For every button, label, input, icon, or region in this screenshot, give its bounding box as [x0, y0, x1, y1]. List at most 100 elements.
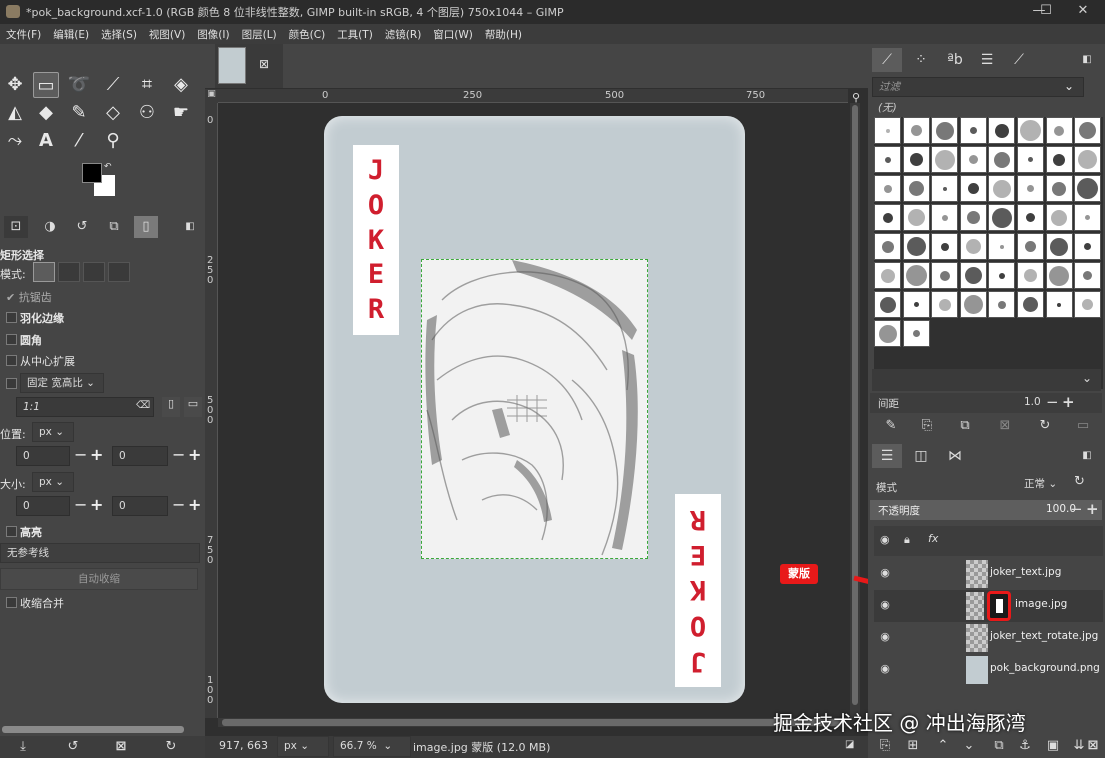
size-h-decrease[interactable]: −: [172, 496, 185, 514]
brush-cell[interactable]: [1045, 204, 1073, 231]
antialias-checkbox[interactable]: ✔ 抗锯齿: [6, 289, 52, 305]
color-picker-tool-icon[interactable]: ⁄: [66, 128, 92, 154]
brush-cell[interactable]: [959, 233, 987, 260]
highlight-checkbox[interactable]: [6, 526, 17, 537]
brush-cell[interactable]: [1045, 291, 1073, 318]
ratio-field[interactable]: 1:1: [16, 397, 154, 417]
eraser-tool-icon[interactable]: ◇: [100, 100, 126, 126]
fixed-ratio-select[interactable]: 固定 宽高比 ⌄: [20, 373, 104, 393]
clear-ratio-icon[interactable]: ⌫: [136, 400, 150, 411]
layer-mask-thumbnail[interactable]: [987, 591, 1011, 621]
zoom-tool-icon[interactable]: ⚲: [100, 128, 126, 154]
brush-cell[interactable]: [902, 262, 930, 289]
horizontal-scrollbar[interactable]: [218, 718, 850, 727]
configure-layers-tab-icon[interactable]: ◧: [1072, 444, 1102, 468]
undo-history-tab-icon[interactable]: ↺: [70, 216, 94, 238]
menu-file[interactable]: 文件(F): [0, 27, 47, 42]
brush-cell[interactable]: [959, 291, 987, 318]
horizontal-scroll-thumb[interactable]: [222, 719, 842, 726]
vertical-scrollbar[interactable]: [850, 103, 860, 718]
rect-select-tool-icon[interactable]: ▭: [33, 72, 59, 98]
brush-cell[interactable]: [874, 262, 901, 289]
mode-replace-button[interactable]: [33, 262, 55, 282]
warp-tool-icon[interactable]: ◭: [2, 100, 28, 126]
brush-cell[interactable]: [988, 175, 1016, 202]
brush-cell[interactable]: [874, 291, 901, 318]
configure-tab-icon[interactable]: ◧: [1072, 48, 1102, 72]
landscape-icon[interactable]: ▭: [184, 397, 202, 417]
guides-select[interactable]: 无参考线: [0, 543, 200, 563]
brush-cell[interactable]: [1017, 204, 1044, 231]
clone-tool-icon[interactable]: ⚇: [134, 100, 160, 126]
new-layer-icon[interactable]: ⎘: [874, 736, 896, 756]
brush-cell[interactable]: [902, 233, 930, 260]
menu-filters[interactable]: 滤镜(R): [379, 27, 428, 42]
brush-cell[interactable]: [959, 175, 987, 202]
brush-cell[interactable]: [902, 320, 930, 347]
brush-cell[interactable]: [988, 117, 1016, 144]
brush-cell[interactable]: [931, 262, 959, 289]
joker-text-bottom[interactable]: J O K E R: [675, 494, 721, 687]
patterns-tab-icon[interactable]: ⁘: [906, 48, 936, 72]
size-w-decrease[interactable]: −: [74, 496, 87, 514]
brush-cell[interactable]: [959, 262, 987, 289]
save-options-icon[interactable]: ⤓: [12, 737, 34, 757]
brush-cell[interactable]: [1017, 146, 1044, 173]
raise-layer-icon[interactable]: ⌃: [932, 736, 954, 756]
menu-windows[interactable]: 窗口(W): [427, 27, 479, 42]
brush-cell[interactable]: [874, 117, 901, 144]
brush-cell[interactable]: [988, 204, 1016, 231]
layer-row-active[interactable]: ◉ image.jpg: [874, 590, 1103, 622]
device-status-tab-icon[interactable]: ◑: [38, 216, 62, 238]
position-y-decrease[interactable]: −: [172, 446, 185, 464]
swap-colors-icon[interactable]: ↶: [104, 162, 112, 172]
brush-cell[interactable]: [874, 233, 901, 260]
expand-center-checkbox[interactable]: [6, 355, 17, 366]
horizontal-ruler[interactable]: 0 250 500 750: [218, 89, 848, 103]
size-w-field[interactable]: 0: [16, 496, 70, 516]
shrink-merged-checkbox[interactable]: [6, 597, 17, 608]
new-brush-icon[interactable]: ⎘: [916, 416, 938, 436]
foreground-color-swatch[interactable]: [82, 163, 102, 183]
brush-cell[interactable]: [1074, 146, 1102, 173]
opacity-increase[interactable]: +: [1086, 500, 1099, 518]
menu-image[interactable]: 图像(I): [191, 27, 235, 42]
layers-tab-icon[interactable]: ☰: [872, 444, 902, 468]
paths-tool-icon[interactable]: ⤳: [2, 128, 28, 154]
eye-icon[interactable]: ◉: [878, 662, 892, 676]
close-image-tab-icon[interactable]: ⊠: [259, 57, 269, 71]
quick-mask-toggle[interactable]: ▣: [205, 89, 218, 103]
position-x-field[interactable]: 0: [16, 446, 70, 466]
delete-brush-icon[interactable]: ⊠: [994, 416, 1016, 436]
joker-text-top[interactable]: J O K E R: [353, 145, 399, 335]
position-x-decrease[interactable]: −: [74, 446, 87, 464]
brush-cell[interactable]: [1045, 262, 1073, 289]
brush-cell[interactable]: [931, 291, 959, 318]
position-y-field[interactable]: 0: [112, 446, 168, 466]
channels-tab-icon[interactable]: ◫: [906, 444, 936, 468]
paintbrush-tool-icon[interactable]: ✎: [66, 100, 92, 126]
mode-intersect-button[interactable]: [108, 262, 130, 282]
brush-cell[interactable]: [874, 146, 901, 173]
brush-cell[interactable]: [931, 117, 959, 144]
tool-options-tab-icon[interactable]: ⊡: [4, 216, 28, 238]
brush-cell[interactable]: [902, 175, 930, 202]
layer-mode-select[interactable]: 正常 ⌄: [1018, 475, 1068, 495]
brush-cell[interactable]: [959, 204, 987, 231]
brush-cell[interactable]: [988, 262, 1016, 289]
spacing-increase[interactable]: +: [1062, 393, 1075, 411]
open-brush-icon[interactable]: ▭: [1072, 416, 1094, 436]
menu-view[interactable]: 视图(V): [143, 27, 191, 42]
anchor-layer-icon[interactable]: ⚓︎: [1014, 736, 1036, 756]
brush-cell[interactable]: [1017, 291, 1044, 318]
brush-cell[interactable]: [1017, 175, 1044, 202]
brush-filter-field[interactable]: 过滤: [872, 77, 1084, 97]
image-tab[interactable]: ⊠: [215, 44, 283, 88]
chevron-down-icon[interactable]: ⌄: [1082, 371, 1092, 385]
brush-cell[interactable]: [988, 146, 1016, 173]
brush-cell[interactable]: [1045, 175, 1073, 202]
opacity-decrease[interactable]: −: [1070, 500, 1083, 518]
menu-layer[interactable]: 图层(L): [236, 27, 283, 42]
size-h-field[interactable]: 0: [112, 496, 168, 516]
brush-panel-expander[interactable]: ⌄: [872, 369, 1101, 391]
